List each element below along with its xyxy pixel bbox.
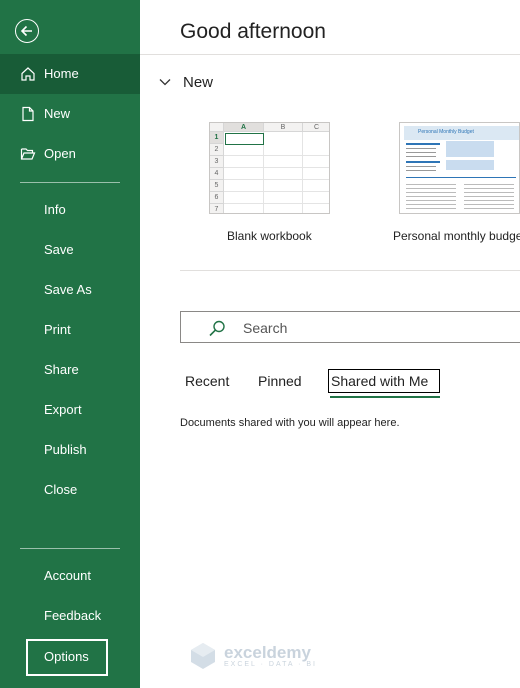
budget-thumb-title: Personal Monthly Budget [418, 129, 474, 135]
grid-line [224, 191, 329, 192]
new-section-header[interactable]: New [155, 72, 213, 92]
empty-state-message: Documents shared with you will appear he… [180, 417, 400, 429]
sidebar-item-close[interactable]: Close [0, 470, 140, 510]
watermark-title: exceldemy [224, 643, 311, 662]
sidebar-item-share[interactable]: Share [0, 350, 140, 390]
sidebar-item-label: Open [44, 146, 76, 161]
search-box[interactable] [180, 311, 520, 343]
sidebar-item-account[interactable]: Account [0, 556, 140, 596]
sidebar-item-label: Options [44, 649, 89, 664]
watermark-subtitle: EXCEL · DATA · BI [224, 661, 317, 668]
sidebar-item-label: Home [44, 66, 79, 81]
new-file-icon [20, 106, 36, 122]
search-input[interactable] [243, 318, 503, 338]
row-header: 1 [210, 132, 224, 144]
column-header: B [264, 123, 303, 132]
budget-line [406, 166, 436, 167]
budget-table [464, 181, 514, 211]
search-icon [209, 320, 225, 337]
sidebar-item-label: Share [44, 362, 79, 377]
sidebar-item-label: Publish [44, 442, 87, 457]
budget-highlight-box [446, 160, 494, 170]
grid-line [224, 179, 329, 180]
sidebar-item-home[interactable]: Home [0, 54, 140, 94]
sidebar-divider [20, 182, 120, 183]
sidebar-item-options[interactable]: Options [0, 637, 140, 677]
sidebar-item-print[interactable]: Print [0, 310, 140, 350]
new-section-title: New [183, 73, 214, 91]
budget-line [406, 170, 436, 171]
sidebar-item-label: Export [44, 402, 82, 417]
sidebar-item-export[interactable]: Export [0, 390, 140, 430]
sidebar-item-label: Close [44, 482, 78, 497]
selected-cell [225, 133, 264, 145]
sidebar-item-publish[interactable]: Publish [0, 430, 140, 470]
sidebar-item-label: Save As [44, 282, 92, 297]
sidebar-item-new[interactable]: New [0, 94, 140, 134]
row-header: 6 [210, 192, 224, 204]
back-arrow-icon[interactable] [15, 19, 39, 43]
chevron-down-icon [159, 79, 171, 86]
column-header: C [303, 123, 329, 132]
sidebar-item-label: Print [44, 322, 71, 337]
page-title: Good afternoon [180, 20, 326, 43]
header-divider [140, 54, 520, 55]
row-header: 2 [210, 144, 224, 156]
open-folder-icon [20, 146, 36, 162]
sidebar-item-save-as[interactable]: Save As [0, 270, 140, 310]
budget-line [406, 148, 436, 149]
budget-table [406, 181, 456, 211]
tab-pinned[interactable]: Pinned [258, 373, 302, 389]
row-header: 4 [210, 168, 224, 180]
sidebar-item-feedback[interactable]: Feedback [0, 596, 140, 636]
budget-line [406, 177, 516, 178]
sidebar-item-label: Save [44, 242, 74, 257]
exceldemy-logo-icon [191, 643, 215, 669]
template-label-blank: Blank workbook [227, 229, 312, 243]
sidebar-item-open[interactable]: Open [0, 134, 140, 174]
grid-corner [210, 123, 224, 132]
budget-highlight-box [446, 141, 494, 157]
home-icon [20, 66, 36, 82]
sidebar-item-label: New [44, 106, 71, 121]
budget-bar [406, 143, 440, 145]
budget-line [406, 156, 436, 157]
budget-line [406, 152, 436, 153]
sidebar-item-label: Account [44, 568, 91, 583]
sidebar-item-label: Info [44, 202, 66, 217]
sidebar-item-save[interactable]: Save [0, 230, 140, 270]
budget-bar [406, 161, 440, 163]
section-divider [180, 270, 520, 271]
tab-shared-with-me[interactable]: Shared with Me [331, 373, 428, 389]
sidebar: Home New Open Info Save Save As Print Sh… [0, 0, 140, 688]
tab-recent[interactable]: Recent [185, 373, 229, 389]
watermark-logo: exceldemy EXCEL · DATA · BI [188, 641, 317, 671]
row-header: 5 [210, 180, 224, 192]
template-label-budget: Personal monthly budget [393, 229, 520, 243]
active-tab-indicator [330, 396, 440, 398]
grid-line [224, 203, 329, 204]
sidebar-item-info[interactable]: Info [0, 190, 140, 230]
column-header: A [224, 123, 264, 132]
budget-template-thumbnail[interactable]: Personal Monthly Budget [399, 122, 520, 214]
grid-line [302, 132, 303, 213]
row-header: 3 [210, 156, 224, 168]
row-header: 7 [210, 204, 224, 213]
grid-line [224, 155, 329, 156]
grid-line [224, 167, 329, 168]
sidebar-item-label: Feedback [44, 608, 102, 623]
sidebar-divider [20, 548, 120, 549]
blank-workbook-thumbnail[interactable]: A B C 1 2 3 4 5 6 7 [209, 122, 330, 214]
